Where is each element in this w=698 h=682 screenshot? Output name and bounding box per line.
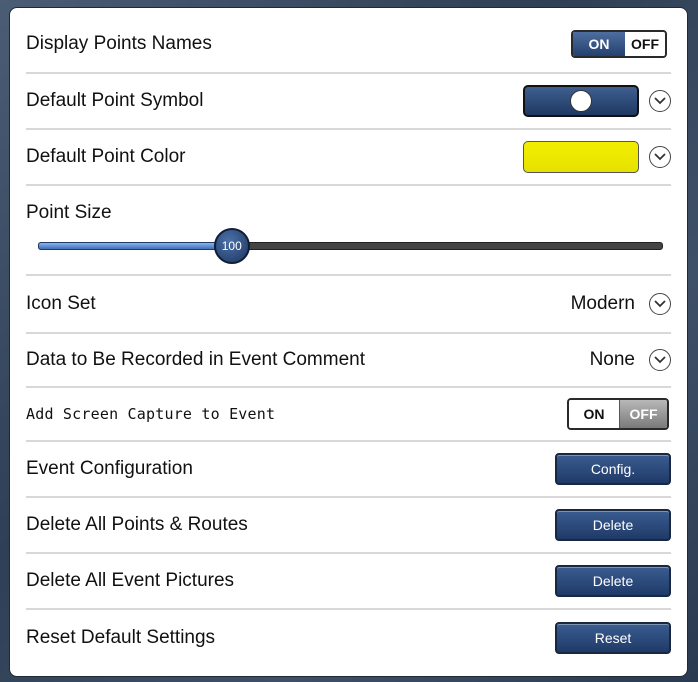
toggle-off[interactable]: OFF — [619, 400, 667, 428]
screen-capture-label: Add Screen Capture to Event — [26, 405, 276, 423]
display-points-names-label: Display Points Names — [26, 33, 212, 54]
row-screen-capture: Add Screen Capture to Event ON OFF — [26, 388, 671, 442]
icon-set-value[interactable]: Modern — [571, 293, 635, 315]
chevron-down-icon[interactable] — [649, 90, 671, 112]
config-button[interactable]: Config. — [555, 453, 671, 485]
delete-points-routes-button[interactable]: Delete — [555, 509, 671, 541]
row-default-point-color: Default Point Color — [26, 130, 671, 186]
toggle-off[interactable]: OFF — [625, 32, 665, 56]
row-icon-set: Icon Set Modern — [26, 276, 671, 334]
slider-value: 100 — [221, 239, 242, 253]
row-reset-defaults: Reset Default Settings Reset — [26, 610, 671, 666]
slider-thumb[interactable]: 100 — [213, 228, 250, 264]
row-event-comment-data: Data to Be Recorded in Event Comment Non… — [26, 334, 671, 388]
display-points-names-toggle[interactable]: ON OFF — [571, 30, 667, 58]
settings-panel: Display Points Names ON OFF Default Poin… — [9, 7, 688, 677]
delete-event-pictures-button[interactable]: Delete — [555, 565, 671, 597]
icon-set-label: Icon Set — [26, 293, 96, 314]
chevron-down-icon[interactable] — [649, 146, 671, 168]
event-configuration-label: Event Configuration — [26, 458, 193, 479]
row-point-size: Point Size 100 — [26, 186, 671, 276]
point-symbol-swatch[interactable] — [523, 85, 639, 117]
row-default-point-symbol: Default Point Symbol — [26, 74, 671, 130]
point-size-label: Point Size — [26, 202, 112, 223]
default-point-symbol-label: Default Point Symbol — [26, 90, 204, 111]
reset-button[interactable]: Reset — [555, 622, 671, 654]
default-point-color-label: Default Point Color — [26, 146, 186, 167]
delete-points-routes-label: Delete All Points & Routes — [26, 514, 248, 535]
event-comment-value[interactable]: None — [590, 349, 635, 371]
toggle-on[interactable]: ON — [569, 400, 619, 428]
point-color-swatch[interactable] — [523, 141, 639, 173]
row-event-configuration: Event Configuration Config. — [26, 442, 671, 498]
delete-event-pictures-label: Delete All Event Pictures — [26, 570, 235, 591]
circle-symbol-icon — [570, 90, 592, 112]
reset-defaults-label: Reset Default Settings — [26, 627, 216, 648]
slider-fill — [38, 242, 232, 250]
event-comment-label: Data to Be Recorded in Event Comment — [26, 349, 366, 370]
row-delete-event-pictures: Delete All Event Pictures Delete — [26, 554, 671, 610]
toggle-on[interactable]: ON — [573, 32, 625, 56]
row-delete-points-routes: Delete All Points & Routes Delete — [26, 498, 671, 554]
point-size-slider[interactable]: 100 — [38, 228, 663, 264]
row-display-points-names: Display Points Names ON OFF — [26, 16, 671, 74]
screen-capture-toggle[interactable]: ON OFF — [567, 398, 669, 430]
chevron-down-icon[interactable] — [649, 293, 671, 315]
chevron-down-icon[interactable] — [649, 349, 671, 371]
